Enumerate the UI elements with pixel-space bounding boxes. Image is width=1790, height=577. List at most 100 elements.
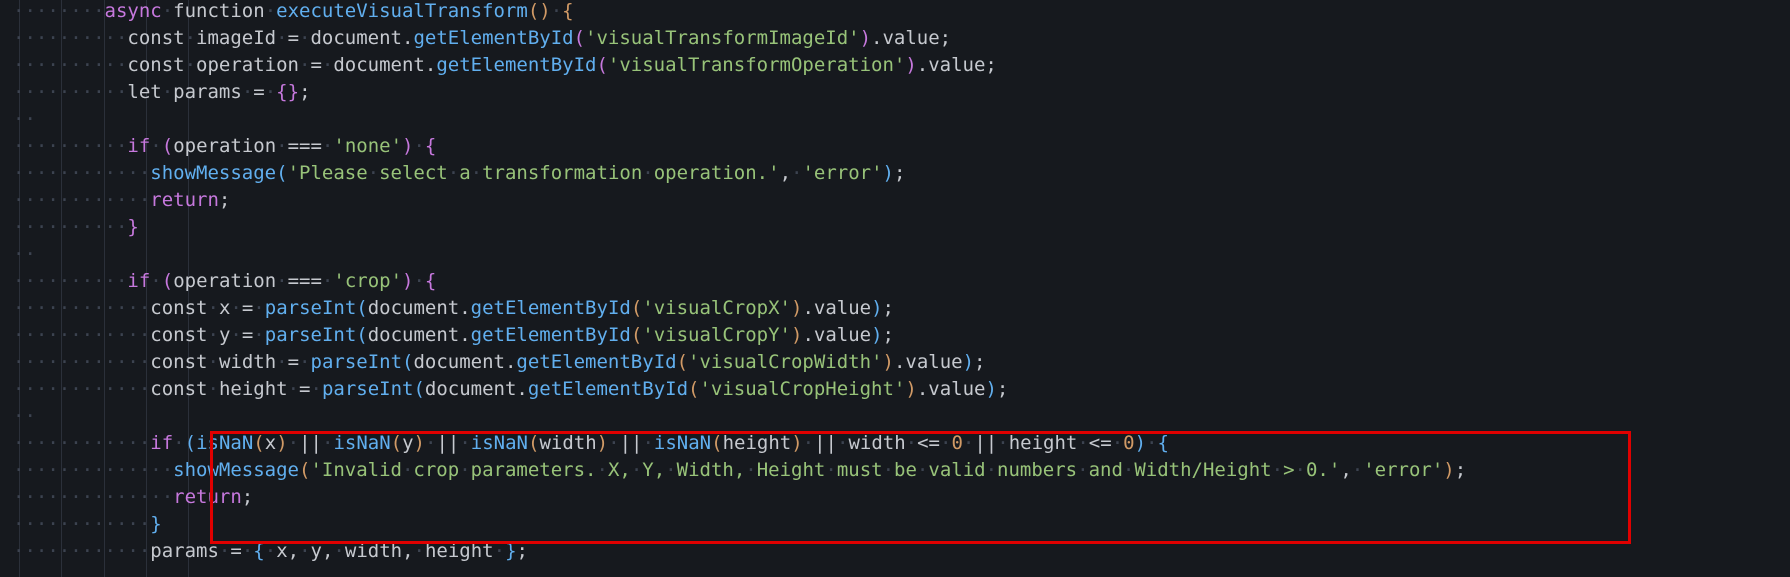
code-token: getElementById <box>470 324 631 346</box>
code-token: ( <box>688 378 700 400</box>
code-token: · <box>218 540 231 562</box>
code-token: · <box>608 432 620 454</box>
code-line[interactable]: ············} <box>13 511 1790 538</box>
code-line[interactable]: ·· <box>13 106 1790 133</box>
indent-whitespace: ············ <box>13 162 151 184</box>
code-token: · <box>207 351 219 373</box>
code-line[interactable]: ··········} <box>13 214 1790 241</box>
code-token: } <box>505 540 517 562</box>
indent-whitespace: ·········· <box>13 54 128 76</box>
code-token: · <box>150 135 162 157</box>
code-token: ; <box>1454 459 1467 481</box>
code-token: ; <box>996 378 1009 400</box>
code-line[interactable]: ············showMessage('Please·select·a… <box>13 160 1790 187</box>
indent-whitespace: ············ <box>13 540 151 562</box>
code-line[interactable]: ··············return; <box>13 484 1790 511</box>
code-token: 'error' <box>802 162 883 184</box>
code-token: must <box>836 459 883 481</box>
code-token: parameters. <box>470 459 597 481</box>
code-token: document. <box>367 297 471 319</box>
code-line[interactable]: ············if·(isNaN(x)·||·isNaN(y)·||·… <box>13 430 1790 457</box>
code-token: = <box>241 297 254 319</box>
code-token: · <box>413 540 425 562</box>
code-token: · <box>173 432 185 454</box>
code-token: .value <box>802 297 872 319</box>
code-token: = <box>253 81 265 103</box>
code-token: isNaN <box>333 432 391 454</box>
code-token: · <box>299 540 311 562</box>
code-line[interactable]: ············return; <box>13 187 1790 214</box>
code-token: · <box>299 351 311 373</box>
code-token: · <box>745 459 757 481</box>
code-token: .value <box>893 351 963 373</box>
code-token: · <box>837 432 849 454</box>
code-token: ; <box>241 486 254 508</box>
code-token: document. <box>367 324 471 346</box>
code-token: isNaN <box>470 432 528 454</box>
code-token: || <box>974 432 998 454</box>
code-token: 'Invalid <box>310 459 402 481</box>
code-token: || <box>814 432 837 454</box>
code-token: = <box>241 324 254 346</box>
code-token: ) <box>905 378 917 400</box>
code-token: ) <box>402 270 414 292</box>
code-token: <= <box>1088 432 1112 454</box>
code-line[interactable]: ············const·width·=·parseInt(docum… <box>13 349 1790 376</box>
code-token: ) <box>413 432 425 454</box>
code-line[interactable]: ············const·height·=·parseInt(docu… <box>13 376 1790 403</box>
code-token: · <box>287 432 300 454</box>
indent-whitespace: ·········· <box>13 270 128 292</box>
code-token: width, <box>344 540 414 562</box>
code-token: · <box>1077 432 1089 454</box>
code-token: const <box>127 27 185 49</box>
code-token: 'none' <box>333 135 403 157</box>
code-token: · <box>791 162 803 184</box>
code-line[interactable]: ············const·y·=·parseInt(document.… <box>13 322 1790 349</box>
code-line[interactable]: ··········const·operation·=·document.get… <box>13 52 1790 79</box>
code-token: · <box>321 135 334 157</box>
code-token: getElementById <box>436 54 597 76</box>
code-line[interactable]: ············params·=·{·x,·y,·width,·heig… <box>13 538 1790 565</box>
code-token: ) <box>791 297 803 319</box>
code-line[interactable]: ··········if·(operation·===·'none')·{ <box>13 133 1790 160</box>
indent-whitespace: ·········· <box>13 81 128 103</box>
code-token: || <box>436 432 460 454</box>
code-token: · <box>161 0 174 22</box>
code-token: || <box>299 432 322 454</box>
code-line[interactable]: ··············showMessage('Invalid·crop·… <box>13 457 1790 484</box>
code-token: ) <box>276 432 288 454</box>
code-line[interactable]: ··········const·imageId·=·document.getEl… <box>13 25 1790 52</box>
code-token: x <box>264 432 277 454</box>
code-token: ) <box>402 135 414 157</box>
indent-whitespace: ············ <box>13 351 151 373</box>
code-token: transformation <box>482 162 643 184</box>
code-line[interactable]: ·· <box>13 241 1790 268</box>
code-token: ( <box>276 162 288 184</box>
code-token: ; <box>882 297 894 319</box>
code-token: 'visualCropWidth' <box>688 351 883 373</box>
code-token: · <box>802 432 815 454</box>
code-line[interactable]: ··········let·params·=·{}; <box>13 79 1790 106</box>
code-token: · <box>905 432 918 454</box>
code-token: = <box>299 378 311 400</box>
indent-whitespace: ·············· <box>13 486 174 508</box>
code-token: 'Please <box>287 162 368 184</box>
code-token: isNaN <box>653 432 712 454</box>
indent-whitespace: ·· <box>13 405 36 427</box>
code-token: Width, <box>676 459 746 481</box>
code-token: async <box>104 0 162 22</box>
code-token: isNaN <box>196 432 254 454</box>
code-editor[interactable]: ········async·function·executeVisualTran… <box>0 0 1790 577</box>
code-token: imageId <box>196 27 277 49</box>
code-token: ; <box>882 324 894 346</box>
code-line[interactable]: ·· <box>13 403 1790 430</box>
code-token: getElementById <box>516 351 677 373</box>
code-token: 'visualCropY' <box>642 324 791 346</box>
code-line[interactable]: ··········if·(operation·===·'crop')·{ <box>13 268 1790 295</box>
indent-whitespace: ············ <box>13 513 151 535</box>
code-line[interactable]: ········async·function·executeVisualTran… <box>13 0 1790 25</box>
code-token: ) <box>882 351 894 373</box>
code-token: parseInt <box>321 378 414 400</box>
code-token: parseInt <box>264 297 357 319</box>
code-line[interactable]: ············const·x·=·parseInt(document.… <box>13 295 1790 322</box>
